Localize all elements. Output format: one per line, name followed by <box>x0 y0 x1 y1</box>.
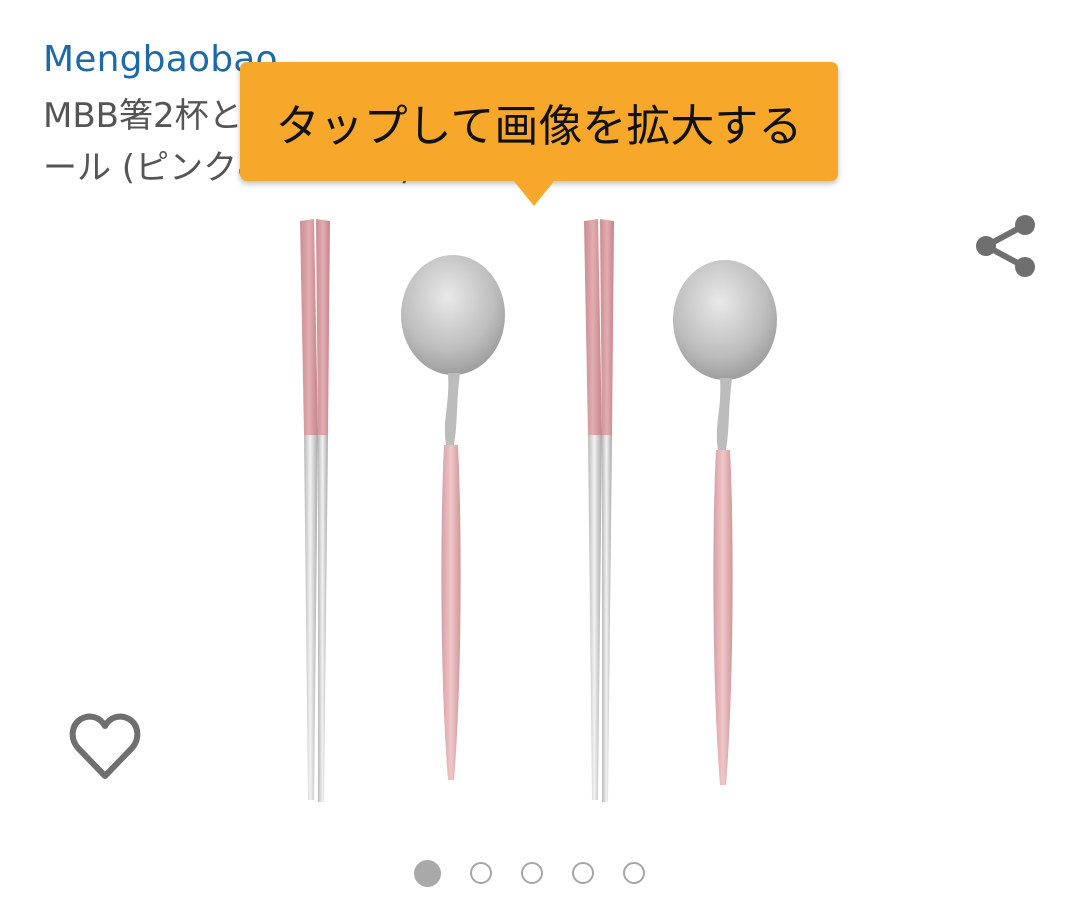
carousel-dot-2[interactable] <box>470 862 492 884</box>
carousel-indicator <box>414 857 669 889</box>
carousel-dot-4[interactable] <box>572 862 594 884</box>
share-icon[interactable] <box>970 213 1040 279</box>
zoom-tooltip-text: タップして画像を拡大する <box>275 100 803 152</box>
carousel-dot-3[interactable] <box>521 862 543 884</box>
zoom-tooltip-arrow <box>513 180 555 206</box>
product-page: Mengbaobao MBB箸2杯と2スプーンセットステンレススチ ール (ピン… <box>0 0 1080 912</box>
carousel-dot-5[interactable] <box>623 862 645 884</box>
product-image[interactable] <box>270 205 830 810</box>
spoon-1 <box>401 255 505 780</box>
zoom-tooltip: タップして画像を拡大する <box>240 62 838 181</box>
heart-icon[interactable] <box>68 712 142 782</box>
spoon-2 <box>673 260 777 785</box>
chopsticks-2 <box>584 219 614 802</box>
chopsticks-1 <box>300 219 330 802</box>
carousel-dot-1[interactable] <box>414 859 441 887</box>
